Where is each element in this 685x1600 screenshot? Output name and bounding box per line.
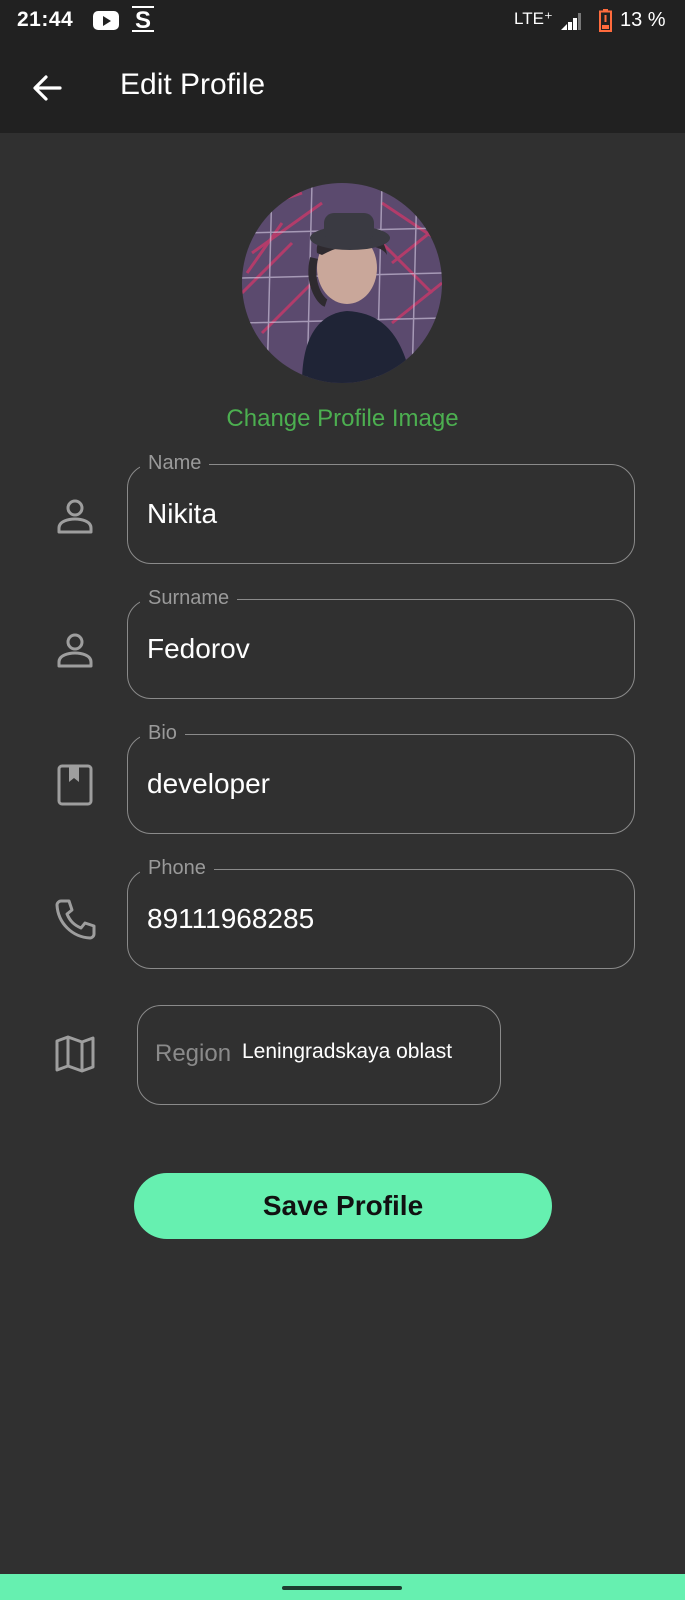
arrow-back-icon[interactable]	[30, 71, 64, 105]
phone-label: Phone	[140, 855, 214, 881]
home-handle[interactable]	[282, 1586, 402, 1590]
profile-photo	[242, 183, 442, 383]
phone-field[interactable]: Phone 89111968285	[127, 855, 635, 969]
surname-label: Surname	[140, 585, 238, 611]
map-icon	[55, 1035, 95, 1073]
bio-label: Bio	[140, 720, 185, 746]
network-type: LTE⁺	[514, 9, 553, 28]
book-icon	[57, 764, 93, 806]
bio-value[interactable]: developer	[147, 766, 270, 802]
change-profile-image-link[interactable]: Change Profile Image	[0, 405, 685, 433]
profile-avatar[interactable]	[242, 183, 442, 383]
surname-field[interactable]: Surname Fedorov	[127, 585, 635, 699]
region-dropdown[interactable]: Region Leningradskaya oblast	[137, 1005, 501, 1105]
app-bar: Edit Profile	[0, 42, 685, 133]
person-outline-icon	[57, 633, 93, 668]
name-label: Name	[140, 450, 210, 476]
bio-field[interactable]: Bio developer	[127, 720, 635, 834]
surname-value[interactable]: Fedorov	[147, 631, 250, 667]
page-title: Edit Profile	[120, 68, 266, 101]
region-value: Leningradskaya oblast	[242, 1040, 453, 1063]
phone-value[interactable]: 89111968285	[147, 901, 314, 937]
region-label: Region	[155, 1040, 232, 1067]
name-value[interactable]: Nikita	[147, 496, 217, 532]
youtube-icon	[93, 11, 119, 30]
person-outline-icon	[57, 499, 93, 534]
signal-icon	[561, 13, 581, 30]
battery-low-icon	[599, 9, 612, 32]
navigation-bar	[0, 1574, 685, 1600]
battery-percent: 13 %	[620, 9, 666, 31]
name-field[interactable]: Name Nikita	[127, 450, 635, 564]
status-bar: 21:44 S LTE⁺ 13 %	[0, 0, 685, 42]
save-profile-button[interactable]: Save Profile	[134, 1173, 552, 1239]
phone-icon	[55, 899, 96, 940]
s-app-icon: S	[132, 6, 154, 34]
status-time: 21:44	[17, 8, 74, 31]
